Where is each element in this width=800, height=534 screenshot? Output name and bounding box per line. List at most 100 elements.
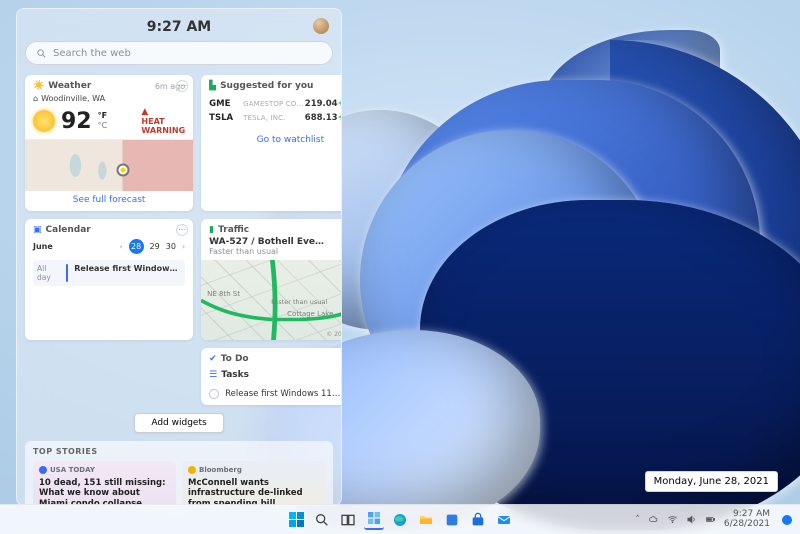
stock-change: +2.42% [338, 113, 342, 123]
day-current[interactable]: 28 [129, 239, 144, 254]
edge-icon[interactable] [390, 510, 410, 530]
mail-icon[interactable] [494, 510, 514, 530]
warning-1: HEAT [141, 117, 164, 126]
weather-temp: 92 [61, 109, 92, 134]
app-icon[interactable] [442, 510, 462, 530]
stocks-icon: ▙ [209, 81, 216, 91]
stock-company: GAMESTOP CO… [243, 100, 303, 108]
tasks-label: Tasks [221, 370, 249, 380]
stock-symbol: GME [209, 99, 243, 109]
calendar-event[interactable]: All day Release first Windows 1… [33, 260, 185, 286]
weather-location: Woodinville, WA [41, 94, 105, 103]
stock-company: TESLA, INC. [243, 114, 303, 122]
street-label: NE 8th St [207, 290, 240, 298]
event-bar [66, 264, 68, 282]
widgets-panel: 9:27 AM Search the web ☀️ Weather 6m ago… [16, 8, 342, 506]
news-headline: McConnell wants infrastructure de-linked… [188, 478, 319, 506]
task-item[interactable]: Release first Windows 11… ☆ [209, 388, 342, 399]
weather-title: Weather [48, 81, 91, 91]
system-tray[interactable]: ˄ 9:27 AM 6/28/2021 [635, 510, 800, 529]
card-options-button[interactable]: ⋯ [176, 224, 188, 236]
news-story[interactable]: Bloomberg McConnell wants infrastructure… [182, 461, 325, 506]
taskbar: ˄ 9:27 AM 6/28/2021 [0, 504, 800, 534]
taskbar-search-button[interactable] [312, 510, 332, 530]
calendar-title: Calendar [46, 225, 91, 235]
add-widgets-button[interactable]: Add widgets [134, 413, 223, 433]
see-forecast-link[interactable]: See full forecast [33, 191, 185, 205]
time-text: 9:27 AM [147, 19, 211, 35]
tray-overflow-button[interactable]: ˄ [635, 515, 640, 525]
news-source: Bloomberg [199, 466, 242, 475]
day[interactable]: 30 [166, 242, 176, 251]
area-label: Cottage Lake [287, 310, 333, 318]
calendar-card[interactable]: ▣ Calendar ⋯ June ‹ 28 29 30 › All day R… [25, 219, 193, 340]
news-heading: TOP STORIES [33, 447, 325, 456]
wifi-icon[interactable] [667, 514, 678, 525]
todo-title: To Do [221, 354, 249, 364]
warning-icon: ▲ [141, 107, 148, 117]
warning-2: WARNING [141, 126, 185, 135]
stock-price: 688.13 [304, 113, 338, 123]
tasks-icon: ☰ [209, 370, 217, 380]
clock-date: 6/28/2021 [724, 520, 770, 529]
volume-icon[interactable] [686, 514, 697, 525]
search-input[interactable]: Search the web [25, 41, 333, 65]
search-placeholder: Search the web [53, 48, 131, 59]
news-section: TOP STORIES USA TODAY 10 dead, 151 still… [25, 441, 333, 506]
store-icon[interactable] [468, 510, 488, 530]
stock-symbol: TSLA [209, 113, 243, 123]
notifications-button[interactable] [782, 515, 792, 525]
calendar-icon: ▣ [33, 225, 42, 235]
news-source: USA TODAY [50, 466, 95, 475]
prev-day-button[interactable]: ‹ [119, 242, 122, 251]
stock-row[interactable]: TSLA TESLA, INC. 688.13 +2.42% [209, 111, 342, 125]
stock-change: +4.55% [338, 99, 342, 109]
search-icon [36, 48, 47, 59]
user-avatar[interactable] [313, 18, 329, 34]
stocks-card[interactable]: ▙ Suggested for you ⋯ GME GAMESTOP CO… 2… [201, 75, 342, 211]
news-headline: 10 dead, 151 still missing: What we know… [39, 478, 170, 506]
traffic-route: WA-527 / Bothell Eve… [209, 237, 342, 247]
stock-row[interactable]: GME GAMESTOP CO… 219.04 +4.55% [209, 97, 342, 111]
watchlist-link[interactable]: Go to watchlist [209, 131, 342, 145]
task-text: Release first Windows 11… [225, 389, 340, 399]
todo-icon: ✔ [209, 354, 217, 364]
traffic-note: Faster than usual [209, 247, 342, 256]
file-explorer-icon[interactable] [416, 510, 436, 530]
weather-map-pin [118, 165, 127, 174]
unit-f[interactable]: °F [98, 111, 108, 121]
task-checkbox[interactable] [209, 389, 219, 399]
weather-icon: ☀️ [33, 81, 44, 91]
battery-icon[interactable] [705, 514, 716, 525]
widgets-button[interactable] [364, 510, 384, 530]
news-story[interactable]: USA TODAY 10 dead, 151 still missing: Wh… [33, 461, 176, 506]
todo-card[interactable]: ✔ To Do ⋯ ☰ Tasks ＋ Release first Window… [201, 348, 342, 405]
source-icon [188, 466, 196, 474]
event-title: Release first Windows 1… [74, 264, 181, 282]
weather-map[interactable] [25, 139, 193, 191]
event-time: All day [37, 264, 60, 282]
calendar-month: June [33, 242, 53, 251]
unit-c[interactable]: °C [98, 121, 108, 131]
traffic-icon: ▮ [209, 225, 214, 235]
stock-price: 219.04 [304, 99, 338, 109]
date-tooltip: Monday, June 28, 2021 [645, 471, 778, 492]
source-icon [39, 466, 47, 474]
sun-icon [33, 110, 55, 132]
taskbar-clock[interactable]: 9:27 AM 6/28/2021 [724, 510, 770, 529]
day[interactable]: 29 [150, 242, 160, 251]
traffic-title: Traffic [218, 225, 249, 235]
task-view-button[interactable] [338, 510, 358, 530]
panel-time: 9:27 AM [25, 15, 333, 41]
traffic-map-note: Faster than usual [271, 298, 327, 306]
card-options-button[interactable]: ⋯ [176, 80, 188, 92]
next-day-button[interactable]: › [182, 242, 185, 251]
start-button[interactable] [286, 510, 306, 530]
traffic-card[interactable]: ▮ Traffic ⋯ WA-527 / Bothell Eve… Faster… [201, 219, 342, 340]
traffic-map[interactable]: NE 8th St Faster than usual Cottage Lake… [201, 260, 342, 340]
map-copyright: © 2021 TomTom [326, 331, 342, 338]
onedrive-icon[interactable] [648, 514, 659, 525]
home-icon: ⌂ [33, 94, 38, 103]
weather-card[interactable]: ☀️ Weather 6m ago ⋯ ⌂ Woodinville, WA 92… [25, 75, 193, 211]
stocks-title: Suggested for you [220, 81, 313, 91]
